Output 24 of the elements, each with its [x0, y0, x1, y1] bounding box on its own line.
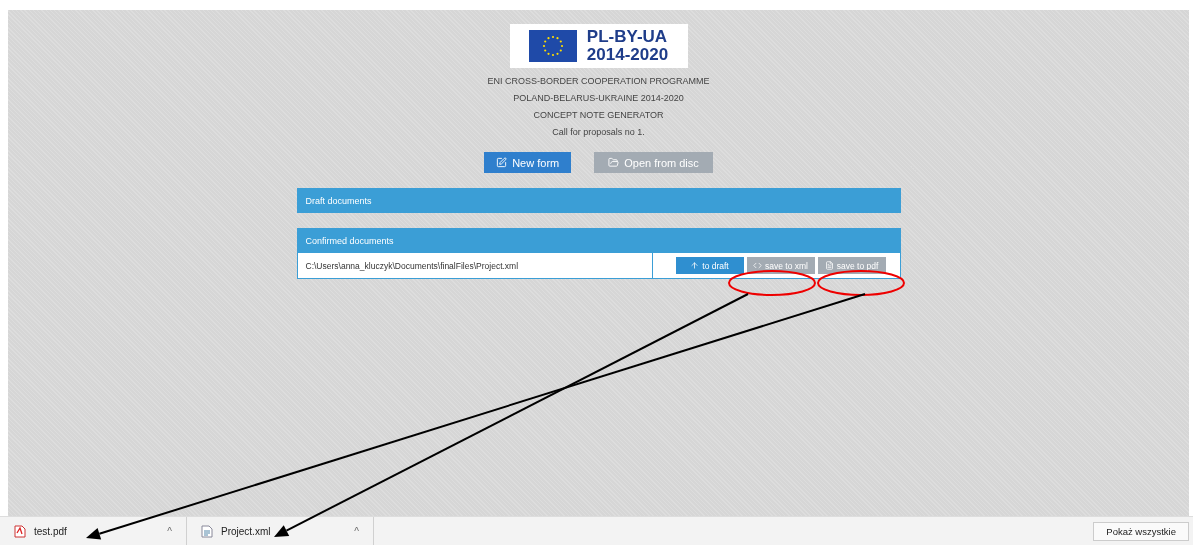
- file-path: C:\Users\anna_kluczyk\Documents\finalFiles\Project.xml: [297, 253, 653, 278]
- to-draft-button[interactable]: to draft: [675, 257, 744, 274]
- heading-line: CONCEPT NOTE GENERATOR: [533, 111, 664, 119]
- panel-header: Draft documents: [296, 188, 901, 213]
- edit-icon: [496, 157, 508, 168]
- document-icon: [201, 524, 213, 538]
- logo-title: PL-BY-UA: [586, 28, 669, 46]
- folder-icon: [608, 157, 620, 168]
- document-icon: [824, 261, 834, 270]
- logo-years: 2014-2020: [586, 46, 669, 64]
- code-icon: [753, 261, 762, 270]
- pdf-file-icon: [14, 524, 26, 538]
- heading-line: POLAND-BELARUS-UKRAINE 2014-2020: [513, 94, 684, 102]
- new-form-button[interactable]: New form: [484, 152, 572, 173]
- panel-header: Confirmed documents: [296, 228, 901, 253]
- file-name: Project.xml: [221, 525, 272, 537]
- caret-icon[interactable]: ^: [354, 525, 359, 537]
- heading-line: ENI CROSS-BORDER COOPERATION PROGRAMME: [487, 77, 710, 85]
- file-name: test.pdf: [34, 525, 68, 537]
- caret-icon[interactable]: ^: [167, 525, 172, 537]
- show-all-button[interactable]: Pokaż wszystkie: [1093, 521, 1189, 541]
- heading-line: Call for proposals no 1.: [552, 128, 645, 136]
- arrow-up-icon: [690, 261, 700, 270]
- eu-flag-icon: [528, 30, 577, 62]
